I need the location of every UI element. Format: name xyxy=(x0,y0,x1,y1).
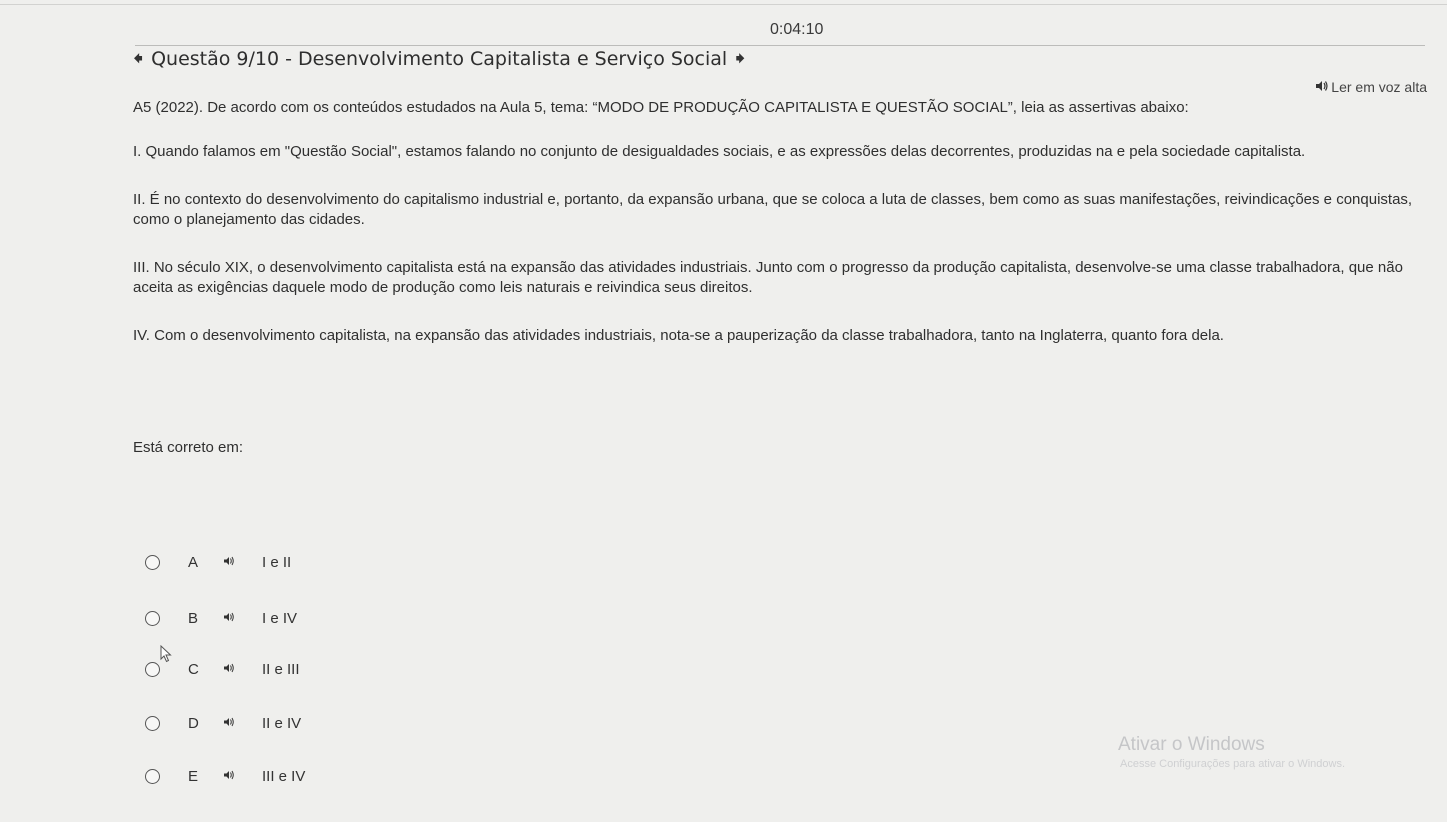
speaker-icon[interactable] xyxy=(223,717,235,730)
option-letter: D xyxy=(188,714,199,732)
question-header: 🠸 Questão 9/10 - Desenvolvimento Capital… xyxy=(133,44,745,74)
option-text: I e II xyxy=(262,553,292,571)
option-text: II e IV xyxy=(262,714,302,732)
question-prompt: Está correto em: xyxy=(133,439,244,456)
statement-2: II. É no contexto do desenvolvimento do … xyxy=(133,191,1413,228)
radio-button[interactable] xyxy=(145,661,160,677)
question-title: Questão 9/10 - Desenvolvimento Capitalis… xyxy=(151,48,728,70)
radio-button[interactable] xyxy=(145,768,160,784)
option-letter: A xyxy=(188,553,199,571)
read-aloud-button[interactable]: Ler em voz alta xyxy=(1315,79,1427,95)
arrow-right-icon[interactable]: 🠺 xyxy=(735,49,745,69)
option-c[interactable]: C II e III xyxy=(145,658,445,680)
option-d[interactable]: D II e IV xyxy=(145,712,445,734)
option-b[interactable]: B I e IV xyxy=(145,607,445,629)
speaker-icon[interactable] xyxy=(223,556,235,569)
statement-3: III. No século XIX, o desenvolvimento ca… xyxy=(133,259,1403,296)
question-intro: A5 (2022). De acordo com os conteúdos es… xyxy=(133,99,1189,116)
option-letter: C xyxy=(188,660,199,678)
mouse-cursor-icon xyxy=(160,644,172,668)
option-letter: E xyxy=(188,767,199,785)
option-text: III e IV xyxy=(262,767,306,785)
speaker-icon[interactable] xyxy=(223,663,235,676)
statement-4: IV. Com o desenvolvimento capitalista, n… xyxy=(133,327,1224,344)
windows-activation-subtitle: Acesse Configurações para ativar o Windo… xyxy=(1120,758,1345,770)
timer: 0:04:10 xyxy=(770,21,824,38)
speaker-icon xyxy=(1315,79,1328,95)
option-e[interactable]: E III e IV xyxy=(145,765,445,787)
option-text: I e IV xyxy=(262,609,298,627)
windows-activation-title: Ativar o Windows xyxy=(1118,734,1265,755)
option-text: II e III xyxy=(262,660,300,678)
speaker-icon[interactable] xyxy=(223,612,235,625)
radio-button[interactable] xyxy=(145,554,160,570)
arrow-left-icon[interactable]: 🠸 xyxy=(133,49,143,69)
read-aloud-label: Ler em voz alta xyxy=(1331,79,1427,95)
speaker-icon[interactable] xyxy=(223,770,235,783)
option-a[interactable]: A I e II xyxy=(145,551,445,573)
top-divider xyxy=(0,4,1447,5)
radio-button[interactable] xyxy=(145,715,160,731)
radio-button[interactable] xyxy=(145,610,160,626)
statement-1: I. Quando falamos em "Questão Social", e… xyxy=(133,143,1306,160)
option-letter: B xyxy=(188,609,199,627)
